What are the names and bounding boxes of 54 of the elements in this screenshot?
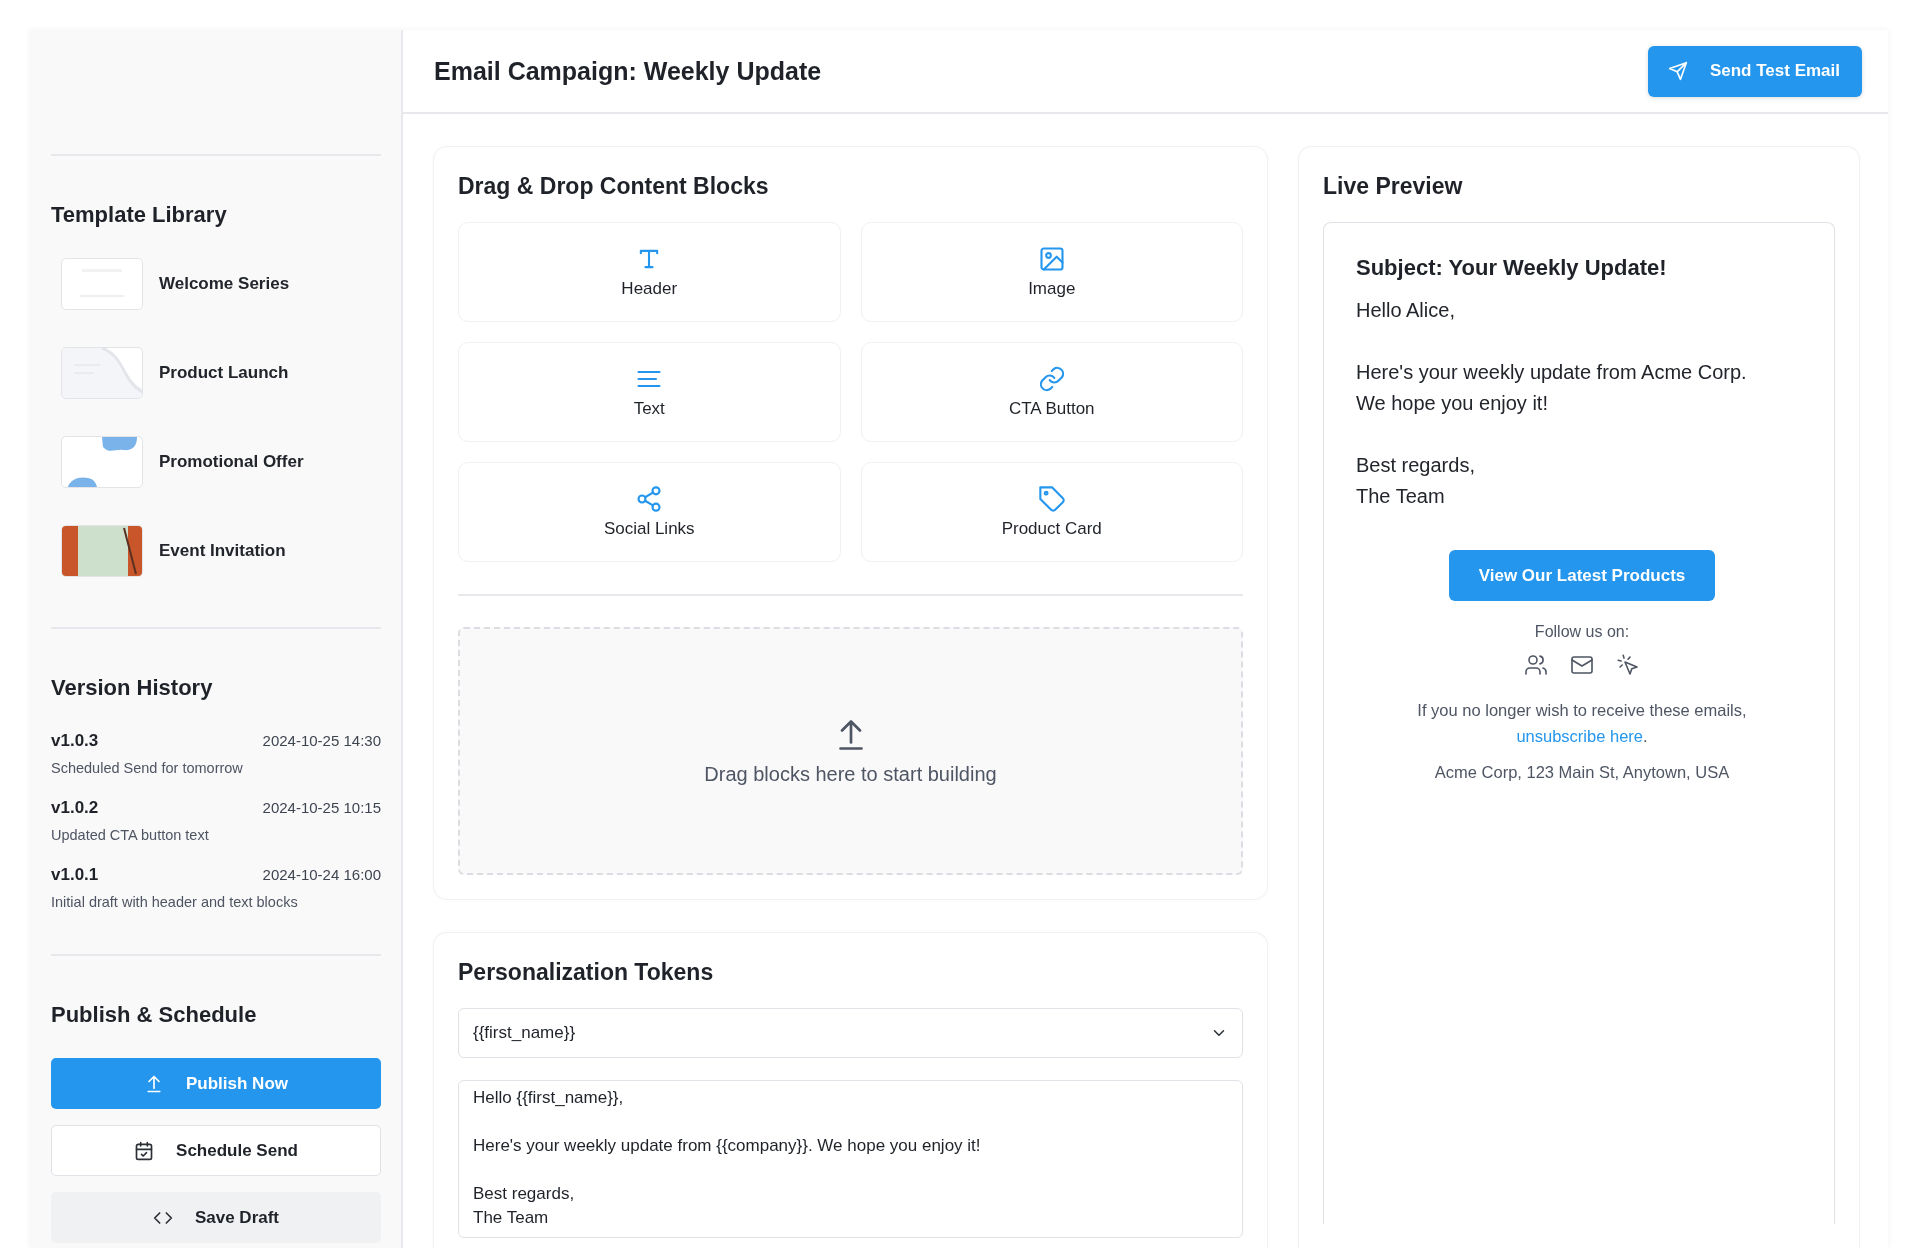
template-name[interactable]: Product Launch — [159, 363, 289, 383]
follow-label: Follow us on: — [1533, 623, 1631, 641]
section-title: Publish & Schedule — [51, 1002, 258, 1028]
block-label: Image — [1028, 279, 1076, 299]
company-address: Acme Corp, 123 Main St, Anytown, USA — [1433, 762, 1731, 783]
block-label: Social Links — [603, 519, 695, 539]
block-label: CTA Button — [1008, 399, 1095, 419]
tag-icon — [1037, 485, 1066, 513]
email-paragraph: Here's your weekly update from Acme Corp. We hope you enjoy it! — [1356, 360, 1748, 416]
page-title: Email Campaign: Weekly Update — [434, 56, 822, 86]
mail-icon[interactable] — [1570, 653, 1594, 677]
email-subject: Subject: Your Weekly Update! — [1356, 255, 1668, 281]
content-block[interactable]: Social Links — [458, 462, 841, 562]
version-timestamp: 2024-10-25 10:15 — [262, 799, 381, 816]
version-number: v1.0.2 — [51, 798, 99, 818]
content-block[interactable]: Product Card — [860, 462, 1243, 562]
card-title: Personalization Tokens — [458, 959, 715, 986]
content-block[interactable]: CTA Button — [860, 342, 1243, 442]
content-block[interactable]: Image — [860, 222, 1243, 322]
send-icon — [1667, 61, 1688, 81]
link-icon — [1037, 365, 1066, 393]
version-note: Initial draft with header and text blocks — [51, 894, 299, 910]
version-timestamp: 2024-10-25 14:30 — [262, 732, 381, 749]
block-label: Text — [633, 399, 665, 419]
message-editor[interactable]: Hello {{first_name}}, Here's your weekly update from {{company}}. We hope you enjoy it! Best regards, The Team — [458, 1080, 1243, 1238]
email-paragraph: Hello Alice, — [1356, 298, 1456, 323]
image-icon — [1037, 245, 1066, 273]
card-title: Live Preview — [1323, 173, 1464, 200]
version-number: v1.0.1 — [51, 865, 99, 885]
version-note: Updated CTA button text — [51, 827, 210, 843]
email-paragraph: Best regards, The Team — [1356, 453, 1476, 509]
schedule-button[interactable]: Schedule Send — [51, 1125, 381, 1176]
version-timestamp: 2024-10-24 16:00 — [262, 866, 381, 883]
block-label: Header — [621, 279, 678, 299]
template-name[interactable]: Welcome Series — [159, 274, 290, 294]
content-block[interactable]: Text — [458, 342, 841, 442]
template-name[interactable]: Promotional Offer — [159, 452, 304, 472]
people-icon[interactable] — [1524, 653, 1548, 677]
unsubscribe-text: If you no longer wish to receive these emails, unsubscribe here. — [1416, 700, 1748, 747]
calendar-icon — [134, 1140, 155, 1161]
version-note: Scheduled Send for tomorrow — [51, 760, 244, 776]
version-number: v1.0.3 — [51, 731, 99, 751]
card-title: Drag & Drop Content Blocks — [458, 173, 770, 200]
template-name[interactable]: Event Invitation — [159, 541, 286, 561]
drop-zone-text: Drag blocks here to start building — [704, 762, 997, 786]
content-block[interactable]: Header — [458, 222, 841, 322]
section-title: Template Library — [51, 202, 228, 228]
block-label: Product Card — [1001, 519, 1102, 539]
section-title: Version History — [51, 675, 214, 701]
cursor-click-icon[interactable] — [1616, 653, 1640, 677]
token-select[interactable]: {{first_name}} — [458, 1008, 1243, 1058]
drop-zone[interactable]: Drag blocks here to start building — [458, 627, 1243, 875]
save-draft-button[interactable]: Save Draft — [51, 1192, 381, 1243]
upload-icon — [144, 1073, 164, 1094]
